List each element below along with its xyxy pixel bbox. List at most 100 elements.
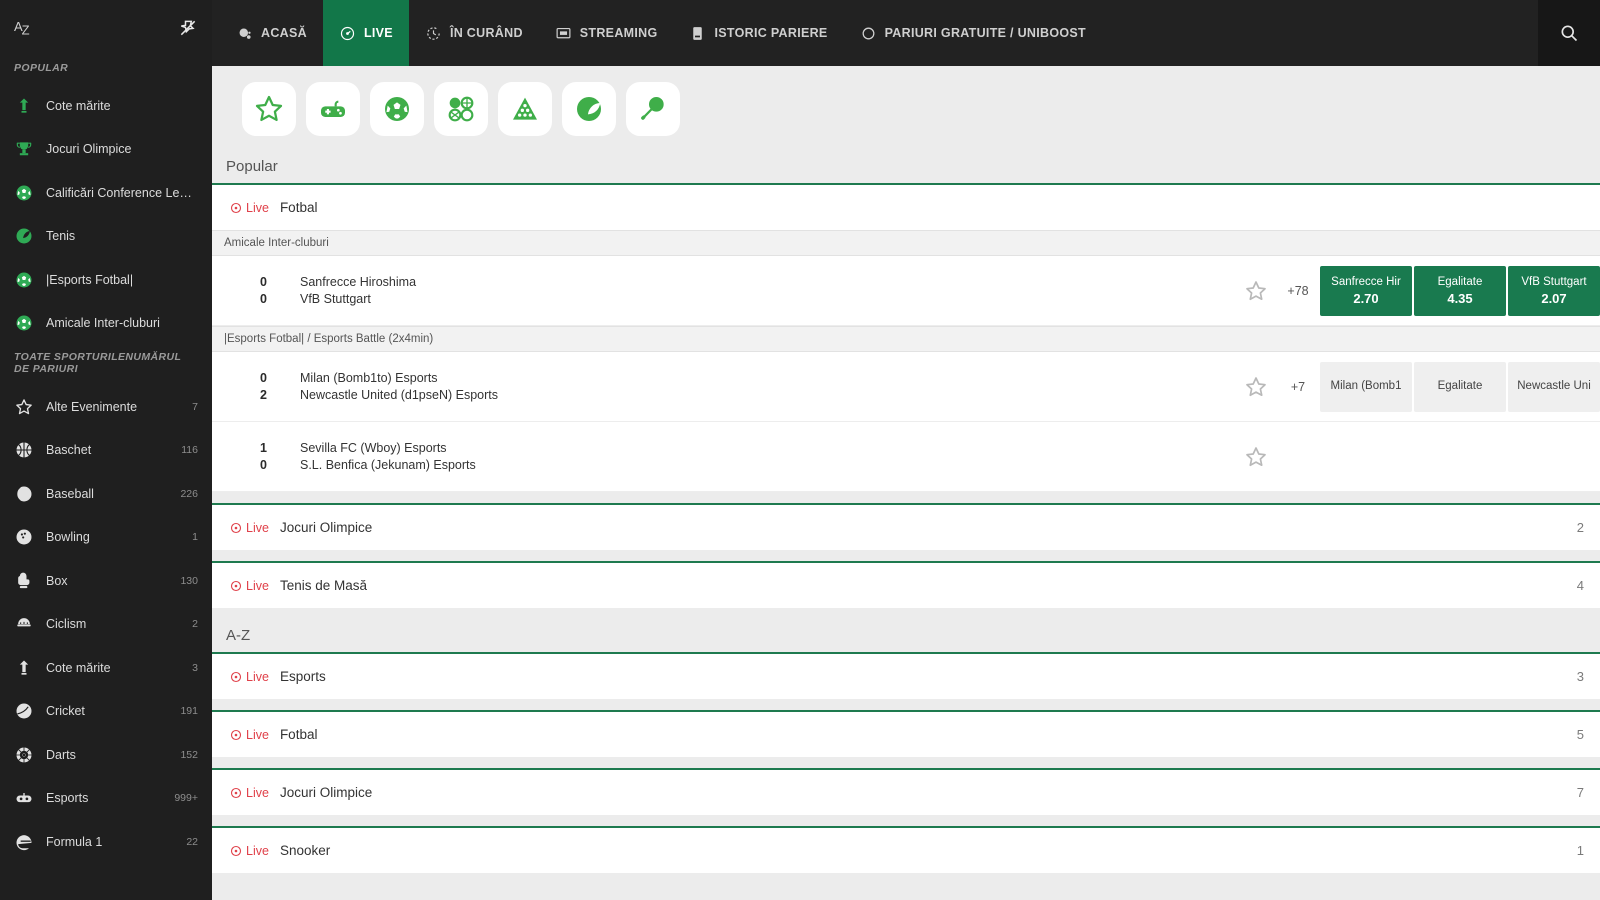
nav-item-istoric-pariere[interactable]: ISTORIC PARIERE	[673, 0, 843, 66]
score-home: 0	[260, 274, 267, 289]
tennis-chip[interactable]	[562, 82, 616, 136]
sidebar-sport-item-9[interactable]: Esports 999+	[0, 777, 212, 821]
sidebar-sport-item-1[interactable]: Baschet 116	[0, 429, 212, 473]
nav-item-acas[interactable]: ACASĂ	[220, 0, 323, 66]
team-home: Sanfrecce Hiroshima	[300, 274, 417, 289]
snooker-chip[interactable]	[498, 82, 552, 136]
odds-button[interactable]: Egalitate 4.35	[1414, 265, 1506, 316]
odds-label: Milan (Bomb1	[1330, 380, 1402, 392]
sidebar-popular-item-1[interactable]: Jocuri Olimpice	[0, 128, 212, 172]
sidebar-item-label: Amicale Inter-cluburi	[46, 316, 160, 331]
sidebar-item-count: 226	[180, 487, 198, 500]
sport-block: Live Esports 3	[212, 652, 1600, 699]
match-row[interactable]: 1 0 Sevilla FC (Wboy) Esports S.L. Benfica …	[212, 422, 1600, 492]
sport-block: Live Jocuri Olimpice 7	[212, 768, 1600, 815]
darts-icon	[13, 744, 35, 766]
trophy-icon	[13, 138, 35, 160]
odds-label: Newcastle Uni	[1517, 380, 1591, 392]
more-markets-count[interactable]: +78	[1276, 284, 1320, 298]
match-teams: Sanfrecce Hiroshima VfB Stuttgart	[300, 274, 1236, 308]
team-away: Newcastle United (d1pseN) Esports	[300, 387, 498, 402]
sport-name: Jocuri Olimpice	[279, 785, 373, 800]
odds-button[interactable]: VfB Stuttgart 2.07	[1508, 265, 1600, 316]
odds-button[interactable]: Newcastle Uni	[1508, 361, 1600, 412]
all-sports-chip[interactable]	[434, 82, 488, 136]
football-icon	[13, 312, 35, 334]
more-markets-count[interactable]: +7	[1276, 380, 1320, 394]
nav-item-streaming[interactable]: STREAMING	[539, 0, 674, 66]
live-clock-icon	[339, 25, 356, 42]
sport-header-row[interactable]: Live Snooker 1	[212, 828, 1600, 873]
sport-header-row[interactable]: Live Jocuri Olimpice 2	[212, 505, 1600, 550]
table-tennis-chip[interactable]	[626, 82, 680, 136]
esports-chip[interactable]	[306, 82, 360, 136]
sidebar-popular-item-5[interactable]: Amicale Inter-cluburi	[0, 302, 212, 346]
sport-header-row[interactable]: Live Fotbal	[212, 185, 1600, 230]
football-chip[interactable]	[370, 82, 424, 136]
sidebar-item-label: Calificări Conference Leag...	[46, 185, 198, 200]
nav-item-pariuri-gratuite-uniboost[interactable]: PARIURI GRATUITE / UNIBOOST	[844, 0, 1102, 66]
odds-button[interactable]: Egalitate	[1414, 361, 1506, 412]
match-row[interactable]: 0 2 Milan (Bomb1to) Esports Newcastle Unite…	[212, 352, 1600, 422]
sidebar-sport-item-4[interactable]: Box 130	[0, 559, 212, 603]
sport-name: Fotbal	[279, 200, 318, 215]
sidebar-item-label: Baschet	[46, 443, 92, 458]
nav-item-label: ACASĂ	[261, 26, 307, 40]
block-spacer	[212, 699, 1600, 710]
match-score: 10	[260, 440, 300, 474]
league-header[interactable]: Amicale Inter-cluburi	[212, 230, 1600, 256]
score-away: 0	[260, 291, 267, 306]
sidebar-all-sports-title: TOATE SPORTURILENUMĂRUL DE PARIURI	[14, 351, 182, 375]
sport-block: Live Snooker 1	[212, 826, 1600, 873]
sport-header-row[interactable]: Live Fotbal 5	[212, 712, 1600, 757]
sidebar-sport-item-6[interactable]: Cote mărite 3	[0, 646, 212, 690]
favourite-star-button[interactable]	[1236, 279, 1276, 303]
league-header[interactable]: |Esports Fotbal| / Esports Battle (2x4mi…	[212, 326, 1600, 352]
sport-block: Live Tenis de Masă 4	[212, 561, 1600, 608]
team-away: VfB Stuttgart	[300, 291, 371, 306]
favourites-chip[interactable]	[242, 82, 296, 136]
sidebar-sport-item-2[interactable]: Baseball 226	[0, 472, 212, 516]
nav-item-live[interactable]: LIVE	[322, 0, 409, 66]
sidebar-sport-item-8[interactable]: Darts 152	[0, 733, 212, 777]
live-badge: Live	[230, 201, 269, 215]
pin-icon[interactable]	[178, 18, 198, 38]
sport-header-row[interactable]: Live Tenis de Masă 4	[212, 563, 1600, 608]
sport-header-row[interactable]: Live Jocuri Olimpice 7	[212, 770, 1600, 815]
section-header: Popular	[212, 152, 1600, 183]
favourite-star-button[interactable]	[1236, 375, 1276, 399]
az-sort-icon[interactable]: AZ	[14, 20, 30, 36]
block-spacer	[212, 815, 1600, 826]
nav-item-n-cur-nd[interactable]: ÎN CURÂND	[409, 0, 539, 66]
sidebar-item-label: Cricket	[46, 704, 85, 719]
sidebar-item-count: 2	[192, 618, 198, 631]
sport-name: Snooker	[279, 843, 331, 858]
odds-button[interactable]: Milan (Bomb1	[1320, 361, 1412, 412]
odds-button[interactable]: Sanfrecce Hir 2.70	[1320, 265, 1412, 316]
sidebar: AZ POPULAR Cote mărite Jocuri Olimpice Cal…	[0, 0, 212, 900]
favourite-star-button[interactable]	[1236, 445, 1276, 469]
table-tennis-paddle-icon	[637, 93, 669, 125]
sport-filter-chips	[212, 66, 1600, 150]
sidebar-sport-item-7[interactable]: Cricket 191	[0, 690, 212, 734]
esports-icon	[13, 787, 35, 809]
sidebar-sport-item-10[interactable]: Formula 1 22	[0, 820, 212, 864]
sidebar-popular-item-0[interactable]: Cote mărite	[0, 84, 212, 128]
search-button[interactable]	[1538, 0, 1600, 66]
sidebar-sport-item-3[interactable]: Bowling 1	[0, 516, 212, 560]
boost-icon	[13, 95, 35, 117]
sidebar-item-label: Formula 1	[46, 834, 103, 849]
star-outline-icon	[253, 93, 285, 125]
sidebar-popular-item-4[interactable]: |Esports Fotbal|	[0, 258, 212, 302]
sport-block: Live Jocuri Olimpice 2	[212, 503, 1600, 550]
match-row[interactable]: 0 0 Sanfrecce Hiroshima VfB Stuttgart +78 San…	[212, 256, 1600, 326]
sidebar-item-label: Bowling	[46, 530, 90, 545]
sidebar-item-label: Alte Evenimente	[46, 399, 138, 414]
sidebar-popular-title: POPULAR	[14, 62, 69, 74]
sidebar-popular-item-2[interactable]: Calificări Conference Leag...	[0, 171, 212, 215]
sidebar-sport-item-0[interactable]: Alte Evenimente 7	[0, 385, 212, 429]
baseball-icon	[13, 483, 35, 505]
sport-header-row[interactable]: Live Esports 3	[212, 654, 1600, 699]
sidebar-popular-item-3[interactable]: Tenis	[0, 215, 212, 259]
sidebar-sport-item-5[interactable]: Ciclism 2	[0, 603, 212, 647]
